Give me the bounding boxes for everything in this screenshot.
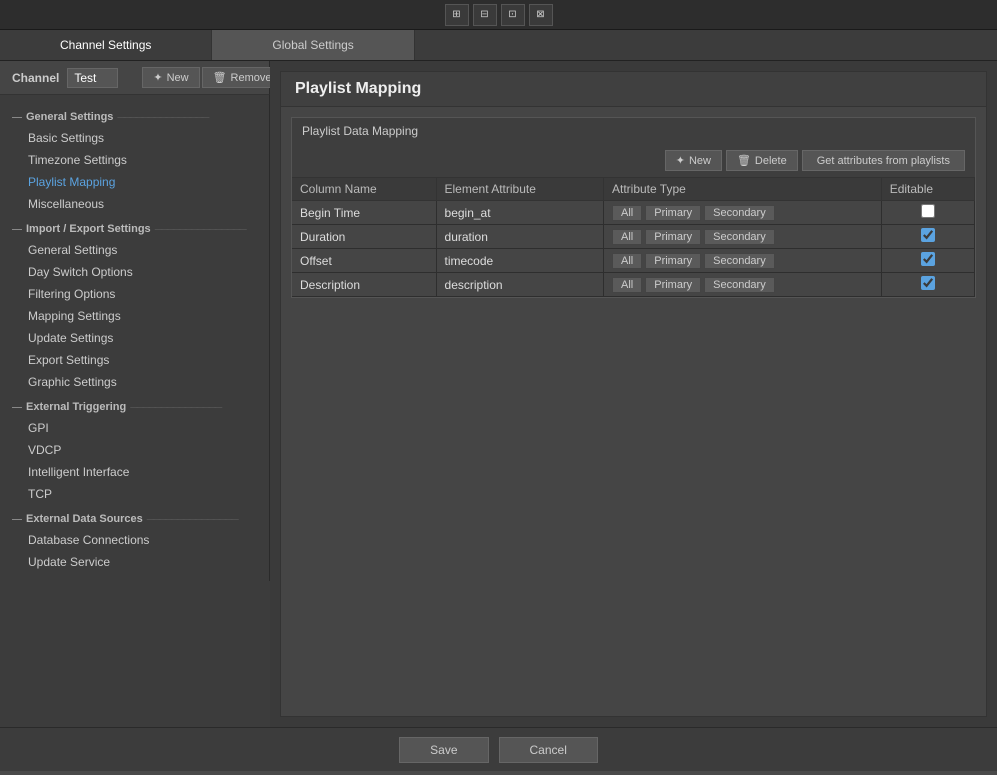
sidebar-item-gpi[interactable]: GPI [0,417,269,439]
save-button[interactable]: Save [399,737,488,763]
get-attributes-button[interactable]: Get attributes from playlists [802,150,965,171]
sidebar-section-external-data-sources: External Data Sources [0,505,269,529]
type-button-primary[interactable]: Primary [645,277,701,293]
cell-element-attribute: begin_at [436,201,603,225]
type-button-all[interactable]: All [612,229,642,245]
channel-label: Channel [12,71,59,85]
sidebar-wrapper: Channel Test ✦ New 🗑 Remove 📁 Import [0,61,270,727]
new-mapping-label: New [689,155,711,167]
cell-element-attribute: duration [436,225,603,249]
bottom-bar: Save Cancel [0,727,997,771]
cell-column-name: Offset [292,249,436,273]
new-icon: ✦ [153,71,162,84]
new-mapping-icon: ✦ [676,154,685,167]
cell-element-attribute: description [436,273,603,297]
sidebar-item-filtering-options[interactable]: Filtering Options [0,283,269,305]
sidebar-item-vdcp[interactable]: VDCP [0,439,269,461]
type-button-secondary[interactable]: Secondary [704,229,775,245]
cell-column-name: Description [292,273,436,297]
cell-attribute-type: AllPrimarySecondary [604,201,882,225]
toolbar-icon-3[interactable]: ⊡ [501,4,525,26]
sidebar: General Settings Basic Settings Timezone… [0,95,270,581]
cell-attribute-type: AllPrimarySecondary [604,249,882,273]
toolbar-icon-1[interactable]: ⊞ [445,4,469,26]
sidebar-item-timezone-settings[interactable]: Timezone Settings [0,149,269,171]
cell-column-name: Begin Time [292,201,436,225]
content-area: Playlist Mapping Playlist Data Mapping ✦… [270,61,997,727]
toolbar-icon-2[interactable]: ⊟ [473,4,497,26]
playlist-data-mapping-section: Playlist Data Mapping ✦ New 🗑 Delete Get… [291,117,976,298]
content-title: Playlist Mapping [281,72,986,107]
cell-attribute-type: AllPrimarySecondary [604,225,882,249]
editable-checkbox[interactable] [921,252,935,266]
cell-attribute-type: AllPrimarySecondary [604,273,882,297]
tab-global-settings[interactable]: Global Settings [212,30,414,60]
table-row: Begin Timebegin_atAllPrimarySecondary [292,201,975,225]
sidebar-section-general: General Settings [0,103,269,127]
type-button-all[interactable]: All [612,277,642,293]
table-row: DescriptiondescriptionAllPrimarySecondar… [292,273,975,297]
new-label: New [167,72,189,84]
cell-column-name: Duration [292,225,436,249]
toolbar-icon-4[interactable]: ⊠ [529,4,553,26]
playlist-section-title: Playlist Data Mapping [292,118,975,144]
content-inner: Playlist Mapping Playlist Data Mapping ✦… [280,71,987,717]
new-channel-button[interactable]: ✦ New [142,67,199,88]
sidebar-item-tcp[interactable]: TCP [0,483,269,505]
sidebar-item-day-switch-options[interactable]: Day Switch Options [0,261,269,283]
editable-checkbox[interactable] [921,228,935,242]
col-header-column-name: Column Name [292,178,436,201]
sidebar-item-intelligent-interface[interactable]: Intelligent Interface [0,461,269,483]
col-header-editable: Editable [881,178,974,201]
tab-channel-settings[interactable]: Channel Settings [0,30,212,60]
sidebar-item-database-connections[interactable]: Database Connections [0,529,269,551]
table-row: OffsettimecodeAllPrimarySecondary [292,249,975,273]
type-button-primary[interactable]: Primary [645,229,701,245]
top-toolbar: ⊞ ⊟ ⊡ ⊠ [0,0,997,30]
delete-mapping-icon: 🗑 [737,154,751,167]
new-mapping-button[interactable]: ✦ New [665,150,722,171]
sidebar-item-update-settings[interactable]: Update Settings [0,327,269,349]
get-attributes-label: Get attributes from playlists [817,155,950,167]
sidebar-item-miscellaneous[interactable]: Miscellaneous [0,193,269,215]
editable-checkbox[interactable] [921,204,935,218]
mapping-table: Column Name Element Attribute Attribute … [292,178,975,297]
cell-editable [881,201,974,225]
sidebar-item-basic-settings[interactable]: Basic Settings [0,127,269,149]
channel-select[interactable]: Test [67,68,118,88]
cell-element-attribute: timecode [436,249,603,273]
sidebar-item-mapping-settings[interactable]: Mapping Settings [0,305,269,327]
cell-editable [881,249,974,273]
main-layout: Channel Test ✦ New 🗑 Remove 📁 Import [0,61,997,727]
col-header-attribute-type: Attribute Type [604,178,882,201]
col-header-element-attribute: Element Attribute [436,178,603,201]
remove-icon: 🗑 [213,71,227,84]
tab-bar: Channel Settings Global Settings [0,30,997,61]
remove-label: Remove [231,72,272,84]
sidebar-item-playlist-mapping[interactable]: Playlist Mapping [0,171,269,193]
sidebar-item-update-service[interactable]: Update Service [0,551,269,573]
table-row: DurationdurationAllPrimarySecondary [292,225,975,249]
cell-editable [881,225,974,249]
type-button-all[interactable]: All [612,205,642,221]
channel-bar: Channel Test ✦ New 🗑 Remove 📁 Import [0,61,270,95]
delete-mapping-label: Delete [755,155,787,167]
cancel-button[interactable]: Cancel [499,737,598,763]
delete-mapping-button[interactable]: 🗑 Delete [726,150,798,171]
type-button-secondary[interactable]: Secondary [704,205,775,221]
cell-editable [881,273,974,297]
editable-checkbox[interactable] [921,276,935,290]
type-button-all[interactable]: All [612,253,642,269]
sidebar-item-general-settings-ie[interactable]: General Settings [0,239,269,261]
type-button-secondary[interactable]: Secondary [704,277,775,293]
type-button-primary[interactable]: Primary [645,253,701,269]
sidebar-item-export-settings[interactable]: Export Settings [0,349,269,371]
type-button-primary[interactable]: Primary [645,205,701,221]
playlist-toolbar: ✦ New 🗑 Delete Get attributes from playl… [292,144,975,178]
sidebar-item-graphic-settings[interactable]: Graphic Settings [0,371,269,393]
sidebar-section-import-export: Import / Export Settings [0,215,269,239]
sidebar-section-external-triggering: External Triggering [0,393,269,417]
type-button-secondary[interactable]: Secondary [704,253,775,269]
